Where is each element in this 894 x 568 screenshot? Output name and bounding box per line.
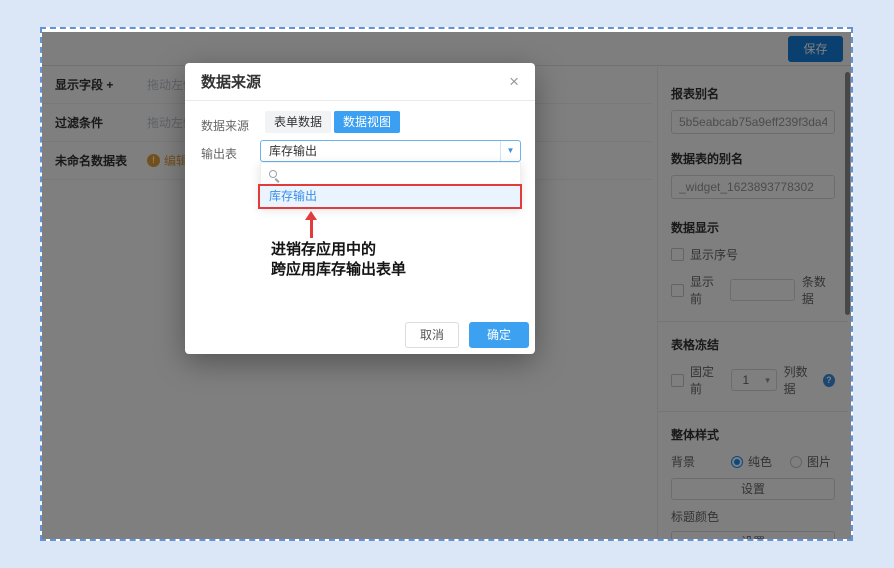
confirm-button[interactable]: 确定 (469, 322, 529, 348)
dropdown-search[interactable] (261, 163, 520, 186)
search-icon (269, 170, 277, 178)
select-dropdown: 库存输出 (260, 162, 521, 208)
dialog-title: 数据来源 (201, 71, 261, 92)
source-label: 数据来源 (201, 117, 249, 134)
dialog-header: 数据来源 × (185, 63, 535, 101)
screenshot-frame: 保存 显示字段 + 拖动左侧字 过滤条件 拖动左侧字 未命名数据表 ! 编辑界面… (40, 27, 853, 541)
close-icon[interactable]: × (509, 73, 519, 90)
dropdown-option-inventory-output[interactable]: 库存输出 (261, 186, 520, 207)
annotation-line1: 进销存应用中的 (271, 240, 406, 260)
annotation-arrow-stem (310, 219, 313, 238)
caret-down-icon: ▼ (500, 141, 520, 161)
output-table-label: 输出表 (201, 145, 237, 162)
annotation-line2: 跨应用库存输出表单 (271, 260, 406, 280)
data-source-dialog: 数据来源 × 数据来源 表单数据 数据视图 输出表 库存输出 ▼ 库存输出 进销… (185, 63, 535, 354)
tab-data-view[interactable]: 数据视图 (334, 111, 400, 133)
cancel-button[interactable]: 取消 (405, 322, 459, 348)
select-value: 库存输出 (269, 141, 317, 161)
output-table-select[interactable]: 库存输出 ▼ (260, 140, 521, 162)
annotation-text: 进销存应用中的 跨应用库存输出表单 (271, 240, 406, 280)
tab-form-data[interactable]: 表单数据 (265, 111, 331, 133)
source-tabs: 表单数据 数据视图 (265, 111, 400, 133)
